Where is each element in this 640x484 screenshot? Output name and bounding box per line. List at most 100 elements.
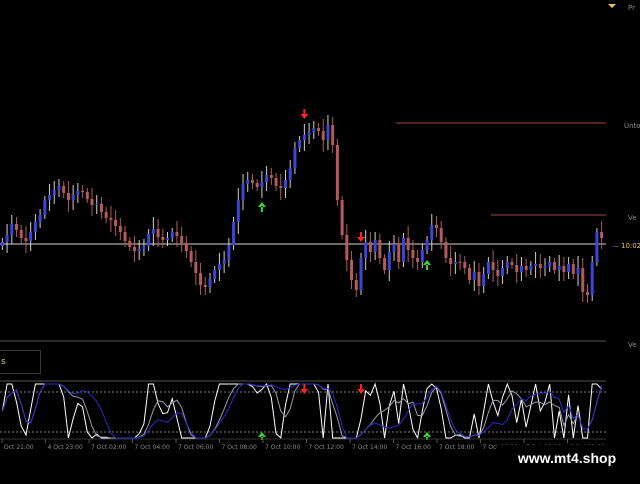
- time-label: 7 Oct 16:00: [396, 444, 431, 451]
- candle-body: [213, 270, 217, 279]
- candle: [562, 257, 566, 281]
- candle: [434, 216, 438, 237]
- candle-body: [0, 242, 4, 246]
- candle: [95, 195, 99, 214]
- info-panel-text: s: [1, 357, 6, 367]
- candle: [392, 235, 396, 261]
- candle: [156, 219, 160, 247]
- candle: [501, 260, 505, 284]
- candle-body: [477, 272, 481, 286]
- candle: [420, 244, 424, 268]
- candle-body: [364, 242, 368, 258]
- candle-body: [156, 229, 160, 237]
- candle-body: [458, 262, 462, 263]
- candle-body: [519, 266, 523, 272]
- candle: [567, 257, 571, 279]
- candle-body: [123, 232, 127, 241]
- candle-body: [142, 246, 146, 249]
- candle: [496, 260, 500, 286]
- candle-body: [472, 272, 476, 280]
- time-label: 7 Oct 12:00: [309, 444, 344, 451]
- level-label-1: Unto: [624, 122, 640, 130]
- candle: [430, 214, 434, 251]
- candle: [302, 124, 306, 151]
- candle: [515, 254, 519, 283]
- candle-body: [439, 228, 443, 242]
- price-chart[interactable]: Pr — 10:02 Unto Ve Ve Oct 21:00 4 Oct 23:…: [0, 0, 640, 480]
- candle-body: [571, 264, 575, 274]
- candle-body: [71, 195, 75, 200]
- candle: [486, 257, 490, 279]
- candle-body: [19, 230, 23, 238]
- candle-body: [326, 125, 330, 140]
- candle-body: [189, 251, 193, 262]
- level-label-3: Ve: [628, 341, 637, 349]
- candle: [85, 188, 89, 203]
- candle-body: [312, 128, 316, 132]
- candle-body: [600, 232, 604, 238]
- candle: [227, 238, 231, 267]
- candle: [491, 250, 495, 282]
- candle-body: [463, 262, 467, 268]
- candle-body: [147, 234, 151, 246]
- candle: [99, 197, 103, 219]
- candle-body: [529, 266, 533, 270]
- candle-body: [567, 264, 571, 272]
- candle: [288, 160, 292, 188]
- candle-body: [416, 258, 420, 262]
- candle-body: [350, 260, 354, 280]
- candle: [317, 123, 321, 136]
- mt4-chart-window[interactable]: Pr — 10:02 Unto Ve Ve Oct 21:00 4 Oct 23:…: [0, 0, 640, 480]
- time-label: 7 Oct 10:00: [265, 444, 300, 451]
- candle: [109, 206, 113, 232]
- time-label: 7 Oct 08:00: [222, 444, 257, 451]
- time-label: 7 Oct 14:00: [352, 444, 387, 451]
- candle-body: [66, 193, 70, 200]
- candle-body: [161, 237, 165, 240]
- buy-arrow-icon: [257, 202, 266, 212]
- candle-body: [10, 224, 14, 235]
- candle: [449, 246, 453, 276]
- sell-arrow-icon: [356, 232, 365, 242]
- candle-body: [368, 242, 372, 252]
- candle-body: [345, 235, 349, 260]
- candle: [576, 256, 580, 286]
- candle: [274, 173, 278, 191]
- candle: [66, 181, 70, 212]
- candle-body: [552, 262, 556, 270]
- candle: [279, 174, 283, 200]
- candle-body: [453, 262, 457, 264]
- candle: [331, 117, 335, 153]
- candle: [406, 226, 410, 262]
- candle: [62, 181, 66, 198]
- candle-body: [250, 180, 254, 183]
- candle: [585, 284, 589, 303]
- candle-body: [166, 238, 170, 240]
- candle-body: [515, 265, 519, 272]
- buy-arrow-icon: [423, 260, 432, 270]
- candle-body: [562, 266, 566, 272]
- time-label: Oct 21:00: [4, 444, 34, 451]
- candle-body: [331, 125, 335, 145]
- candle: [203, 277, 207, 295]
- time-label: 7 Oct 18:00: [439, 444, 474, 451]
- candle-body: [425, 240, 429, 250]
- candle-body: [203, 285, 207, 287]
- candle-body: [260, 182, 264, 187]
- candle: [175, 221, 179, 247]
- candle: [335, 139, 339, 206]
- candle-body: [293, 148, 297, 168]
- candle-body: [302, 135, 306, 140]
- candle-body: [128, 241, 132, 247]
- candle: [283, 170, 287, 198]
- candle-body: [279, 186, 283, 188]
- candle: [199, 263, 203, 295]
- candle: [548, 256, 552, 272]
- candle-body: [359, 258, 363, 290]
- candle-body: [335, 145, 339, 200]
- candle-body: [199, 273, 203, 285]
- candle-body: [95, 204, 99, 205]
- candle-body: [222, 260, 226, 264]
- candle: [444, 237, 448, 263]
- candle-body: [43, 200, 47, 215]
